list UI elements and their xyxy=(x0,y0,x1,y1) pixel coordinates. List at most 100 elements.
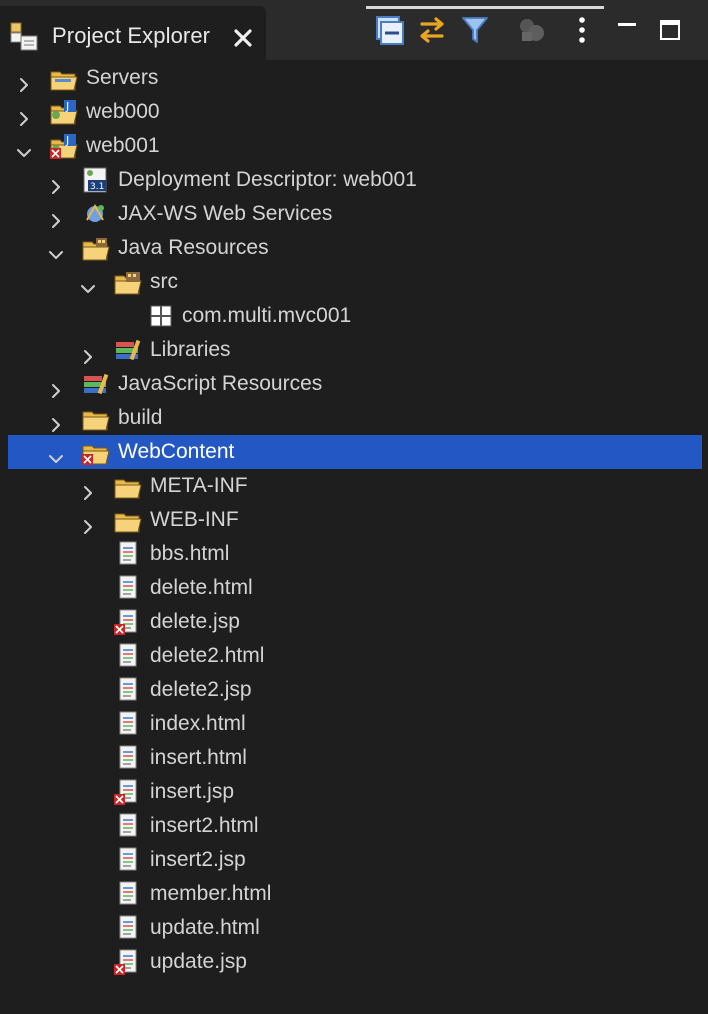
server-folder-icon xyxy=(49,64,79,92)
svg-text:3.1: 3.1 xyxy=(90,182,104,192)
tree-item[interactable]: 3.1 Deployment Descriptor: web001 xyxy=(0,163,708,197)
tree-item-label: com.multi.mvc001 xyxy=(182,304,352,327)
html-file-icon xyxy=(113,710,143,738)
chevron-right-icon[interactable] xyxy=(80,478,96,500)
java-resources-icon xyxy=(81,234,111,262)
focus-on-working-set-icon[interactable] xyxy=(516,14,548,46)
tree-item[interactable]: build xyxy=(0,401,708,435)
tree-item[interactable]: delete2.jsp xyxy=(0,673,708,707)
tree-item-label: Libraries xyxy=(150,338,231,361)
jsp-file-icon xyxy=(113,846,143,874)
view-header: Project Explorer xyxy=(0,0,708,60)
jsp-file-error-icon xyxy=(113,778,143,806)
tree-item-label: META-INF xyxy=(150,474,248,497)
tree-item[interactable]: Java Resources xyxy=(0,231,708,265)
chevron-right-icon[interactable] xyxy=(16,104,32,126)
source-folder-icon xyxy=(113,268,143,296)
folder-icon xyxy=(113,506,143,534)
tree-item-label: member.html xyxy=(150,882,272,905)
tree-item[interactable]: update.jsp xyxy=(0,945,708,979)
chevron-right-icon[interactable] xyxy=(80,342,96,364)
html-file-icon xyxy=(113,642,143,670)
view-menu-icon[interactable] xyxy=(566,14,598,46)
tree-item[interactable]: index.html xyxy=(0,707,708,741)
view-title: Project Explorer xyxy=(52,23,211,48)
tree-item-label: index.html xyxy=(150,712,246,735)
chevron-down-icon[interactable] xyxy=(48,240,64,259)
tree-item-label: insert2.html xyxy=(150,814,259,837)
tree-item[interactable]: META-INF xyxy=(0,469,708,503)
tree-item[interactable]: update.html xyxy=(0,911,708,945)
tree-item[interactable]: JavaScript Resources xyxy=(0,367,708,401)
tree-item[interactable]: src xyxy=(0,265,708,299)
web-project-icon: J xyxy=(49,98,79,126)
tree-item[interactable]: bbs.html xyxy=(0,537,708,571)
tree-item[interactable]: insert.html xyxy=(0,741,708,775)
tree-item[interactable]: Jweb000 xyxy=(0,95,708,129)
chevron-right-icon[interactable] xyxy=(48,206,64,228)
tree-item-label: delete.jsp xyxy=(150,610,240,633)
svg-text:J: J xyxy=(65,134,69,147)
tree-item[interactable]: delete.jsp xyxy=(0,605,708,639)
folder-error-icon xyxy=(81,438,111,466)
chevron-down-icon[interactable] xyxy=(48,444,64,463)
tree-item-label: update.html xyxy=(150,916,260,939)
chevron-right-icon[interactable] xyxy=(16,70,32,92)
tree-item[interactable]: delete2.html xyxy=(0,639,708,673)
tree-item[interactable]: WEB-INF xyxy=(0,503,708,537)
chevron-down-icon[interactable] xyxy=(16,138,32,157)
tree-item-label: web000 xyxy=(86,100,160,123)
package-icon xyxy=(147,302,177,330)
minimize-icon[interactable] xyxy=(612,14,644,46)
tree-item-label: Java Resources xyxy=(118,236,269,259)
chevron-right-icon[interactable] xyxy=(48,410,64,432)
html-file-icon xyxy=(113,812,143,840)
tree-item-label: src xyxy=(150,270,178,293)
tree-item[interactable]: Libraries xyxy=(0,333,708,367)
link-with-editor-icon[interactable] xyxy=(416,14,448,46)
tree-item[interactable]: member.html xyxy=(0,877,708,911)
toolbar-highlight xyxy=(366,6,604,9)
jsp-file-error-icon xyxy=(113,948,143,976)
tree-item-label: insert.html xyxy=(150,746,247,769)
tree-item[interactable]: JAX-WS Web Services xyxy=(0,197,708,231)
tree-item-label: Deployment Descriptor: web001 xyxy=(118,168,417,191)
project-explorer-icon xyxy=(9,22,39,52)
tree-item-label: Servers xyxy=(86,66,159,89)
tree-item-label: JAX-WS Web Services xyxy=(118,202,333,225)
maximize-icon[interactable] xyxy=(655,14,687,46)
collapse-all-icon[interactable] xyxy=(373,14,405,46)
tree-item-label: web001 xyxy=(86,134,160,157)
jsp-file-error-icon xyxy=(113,608,143,636)
tree-item-label: WEB-INF xyxy=(150,508,239,531)
web-project-error-icon: J xyxy=(49,132,79,160)
chevron-right-icon[interactable] xyxy=(80,512,96,534)
tree-item-label: insert.jsp xyxy=(150,780,235,803)
jsp-file-icon xyxy=(113,676,143,704)
tree-item[interactable]: insert2.jsp xyxy=(0,843,708,877)
tree-item-label: JavaScript Resources xyxy=(118,372,323,395)
tree-item[interactable]: Jweb001 xyxy=(0,129,708,163)
filter-icon[interactable] xyxy=(459,14,491,46)
tree-item[interactable]: Servers xyxy=(0,61,708,95)
html-file-icon xyxy=(113,744,143,772)
tree-item[interactable]: insert2.html xyxy=(0,809,708,843)
tree-item[interactable]: insert.jsp xyxy=(0,775,708,809)
javascript-resources-icon xyxy=(81,370,111,398)
close-icon[interactable] xyxy=(232,27,254,49)
tree-item-label: delete2.html xyxy=(150,644,265,667)
html-file-icon xyxy=(113,540,143,568)
chevron-right-icon[interactable] xyxy=(48,376,64,398)
tree-item[interactable]: com.multi.mvc001 xyxy=(0,299,708,333)
chevron-right-icon[interactable] xyxy=(48,172,64,194)
libraries-icon xyxy=(113,336,143,364)
tree-item[interactable]: delete.html xyxy=(0,571,708,605)
tree-item[interactable]: WebContent xyxy=(8,435,702,469)
svg-text:J: J xyxy=(65,100,69,113)
chevron-down-icon[interactable] xyxy=(80,274,96,293)
html-file-icon xyxy=(113,574,143,602)
tree-item-label: WebContent xyxy=(118,440,235,463)
tab-project-explorer[interactable]: Project Explorer xyxy=(0,6,266,60)
html-file-icon xyxy=(113,914,143,942)
tree-item-label: insert2.jsp xyxy=(150,848,246,871)
